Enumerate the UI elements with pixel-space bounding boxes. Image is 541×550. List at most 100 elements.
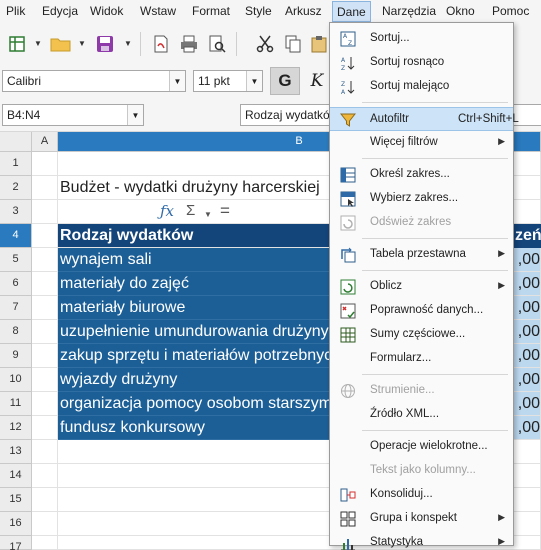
menu-item-pivot-table[interactable]: Tabela przestawna ▶ xyxy=(330,243,513,267)
italic-button[interactable]: K xyxy=(304,67,330,95)
value-cell[interactable]: ,00 xyxy=(511,296,541,320)
row-header[interactable]: 9 xyxy=(0,344,32,368)
value-cell[interactable]: ,00 xyxy=(511,320,541,344)
cell-a[interactable] xyxy=(32,464,58,488)
row-header[interactable]: 2 xyxy=(0,176,32,200)
menu-item-streams[interactable]: Strumienie... xyxy=(330,379,513,403)
menu-item-calculate[interactable]: Oblicz ▶ xyxy=(330,275,513,299)
row-header[interactable]: 10 xyxy=(0,368,32,392)
copy-icon[interactable] xyxy=(280,30,306,58)
menu-item-sort[interactable]: AZ Sortuj... xyxy=(330,27,513,51)
sort-ascending-icon: AZ xyxy=(340,55,356,72)
row-header[interactable]: 11 xyxy=(0,392,32,416)
print-preview-icon[interactable] xyxy=(204,30,230,58)
menu-item-multiple-operations[interactable]: Operacje wielokrotne... xyxy=(330,435,513,459)
chevron-down-icon[interactable]: ▼ xyxy=(169,71,185,91)
row-header[interactable]: 12 xyxy=(0,416,32,440)
cell-a[interactable] xyxy=(32,392,58,416)
cell-a[interactable] xyxy=(32,224,58,248)
value-cell[interactable]: ,00 xyxy=(511,392,541,416)
cell-a[interactable] xyxy=(32,416,58,440)
cell-a[interactable] xyxy=(32,176,58,200)
menu-item-refresh-range[interactable]: Odśwież zakres xyxy=(330,211,513,235)
export-pdf-icon[interactable] xyxy=(148,30,174,58)
save-dropdown-icon[interactable]: ▼ xyxy=(124,32,132,56)
select-all-corner[interactable] xyxy=(0,132,32,152)
cell-a[interactable] xyxy=(32,296,58,320)
menu-item-autofilter[interactable]: Autofiltr Ctrl+Shift+L xyxy=(330,107,519,131)
row-header[interactable]: 4 xyxy=(0,224,32,248)
column-header-a[interactable]: A xyxy=(32,132,58,152)
menu-style[interactable]: Style xyxy=(245,4,272,18)
open-dropdown-icon[interactable]: ▼ xyxy=(78,32,86,56)
value-cell[interactable]: ,00 xyxy=(511,416,541,440)
menu-pomoc[interactable]: Pomoc xyxy=(492,4,529,18)
menu-item-define-range[interactable]: Określ zakres... xyxy=(330,163,513,187)
row-header[interactable]: 16 xyxy=(0,512,32,536)
menu-item-more-filters[interactable]: Więcej filtrów ▶ xyxy=(330,131,513,155)
menu-item-validity[interactable]: Poprawność danych... xyxy=(330,299,513,323)
menubar: Plik Edycja Widok Wstaw Format Style Ark… xyxy=(0,0,541,24)
chevron-down-icon[interactable]: ▼ xyxy=(246,71,262,91)
font-name-combo[interactable]: Calibri ▼ xyxy=(2,70,186,92)
row-header[interactable]: 3 xyxy=(0,200,32,224)
new-spreadsheet-icon[interactable] xyxy=(4,30,30,58)
table-header-cell-right[interactable]: zeń xyxy=(511,224,541,248)
value-cell[interactable]: ,00 xyxy=(511,368,541,392)
row-header[interactable]: 8 xyxy=(0,320,32,344)
row-header[interactable]: 13 xyxy=(0,440,32,464)
cell-a[interactable] xyxy=(32,152,58,176)
cell-a[interactable] xyxy=(32,320,58,344)
menu-item-sort-ascending[interactable]: AZ Sortuj rosnąco xyxy=(330,51,513,75)
menu-item-xml-source[interactable]: Źródło XML... xyxy=(330,403,513,427)
cell-a[interactable] xyxy=(32,248,58,272)
menu-widok[interactable]: Widok xyxy=(90,4,123,18)
row-header[interactable]: 5 xyxy=(0,248,32,272)
row-header[interactable]: 6 xyxy=(0,272,32,296)
menu-item-group-outline[interactable]: Grupa i konspekt ▶ xyxy=(330,507,513,531)
row-header[interactable]: 17 xyxy=(0,536,32,550)
menu-edycja[interactable]: Edycja xyxy=(42,4,78,18)
menu-item-consolidate[interactable]: Konsoliduj... xyxy=(330,483,513,507)
menu-item-statistics[interactable]: Statystyka ▶ xyxy=(330,531,513,550)
cell-a[interactable] xyxy=(32,272,58,296)
cell-a[interactable] xyxy=(32,488,58,512)
value-cell[interactable]: ,00 xyxy=(511,248,541,272)
cell-a[interactable] xyxy=(32,440,58,464)
value-cell[interactable]: ,00 xyxy=(511,344,541,368)
font-size-combo[interactable]: 11 pkt ▼ xyxy=(193,70,263,92)
chevron-right-icon: ▶ xyxy=(498,512,505,522)
menu-narzedzia[interactable]: Narzędzia xyxy=(382,4,436,18)
row-header[interactable]: 7 xyxy=(0,296,32,320)
cell-a[interactable] xyxy=(32,200,58,224)
menu-okno[interactable]: Okno xyxy=(446,4,475,18)
svg-text:A: A xyxy=(341,89,346,95)
cell-a[interactable] xyxy=(32,344,58,368)
cell-a[interactable] xyxy=(32,512,58,536)
menu-item-form[interactable]: Formularz... xyxy=(330,347,513,371)
menu-item-sort-descending[interactable]: ZA Sortuj malejąco xyxy=(330,75,513,99)
save-icon[interactable] xyxy=(92,30,118,58)
cell-a[interactable] xyxy=(32,536,58,550)
cell-a[interactable] xyxy=(32,368,58,392)
menu-wstaw[interactable]: Wstaw xyxy=(140,4,176,18)
row-header[interactable]: 1 xyxy=(0,152,32,176)
row-header[interactable]: 15 xyxy=(0,488,32,512)
bold-button[interactable]: G xyxy=(270,67,300,95)
menu-item-label: Tabela przestawna xyxy=(370,248,466,260)
menu-plik[interactable]: Plik xyxy=(6,4,25,18)
menu-arkusz[interactable]: Arkusz xyxy=(285,4,322,18)
menu-format[interactable]: Format xyxy=(192,4,230,18)
menu-dane[interactable]: Dane xyxy=(332,1,371,22)
name-box[interactable]: B4:N4 ▼ xyxy=(2,104,144,126)
new-dropdown-icon[interactable]: ▼ xyxy=(34,32,42,56)
menu-item-text-to-columns[interactable]: Tekst jako kolumny... xyxy=(330,459,513,483)
row-header[interactable]: 14 xyxy=(0,464,32,488)
print-icon[interactable] xyxy=(176,30,202,58)
cut-icon[interactable] xyxy=(252,30,278,58)
value-cell[interactable]: ,00 xyxy=(511,272,541,296)
open-folder-icon[interactable] xyxy=(48,30,74,58)
chevron-down-icon[interactable]: ▼ xyxy=(127,105,143,125)
menu-item-select-range[interactable]: Wybierz zakres... xyxy=(330,187,513,211)
menu-item-subtotals[interactable]: Sumy częściowe... xyxy=(330,323,513,347)
